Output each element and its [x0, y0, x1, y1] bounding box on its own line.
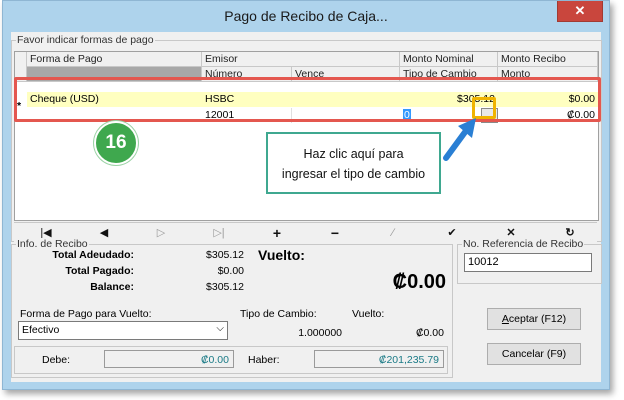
- debe-value: ₡0.00: [104, 350, 234, 368]
- vuelto-label: Vuelto:: [258, 247, 305, 263]
- row-highlight-box: [14, 77, 601, 122]
- vuelto-small-value: ₡0.00: [415, 327, 444, 339]
- balance-label: Balance:: [90, 281, 134, 293]
- reference-group-label: No. Referencia de Recibo: [462, 238, 585, 250]
- delete-record-button[interactable]: −: [325, 225, 345, 241]
- vuelto-small-label: Vuelto:: [352, 308, 385, 320]
- accept-mnemonic: A: [501, 313, 509, 325]
- dialog-window: Pago de Recibo de Caja... ✕ Favor indica…: [2, 0, 610, 390]
- edit-record-button[interactable]: ∕: [383, 225, 403, 241]
- header-emisor[interactable]: Emisor: [202, 52, 400, 67]
- tooltip-line-1: Haz clic aquí para: [303, 147, 404, 161]
- window-title: Pago de Recibo de Caja...: [224, 8, 388, 24]
- chevron-down-icon: ⌵: [216, 323, 224, 334]
- close-button[interactable]: ✕: [557, 1, 603, 22]
- next-record-button[interactable]: ▷: [151, 225, 171, 241]
- step-badge: 16: [94, 121, 138, 165]
- vuelto-big-value: ₡0.00: [392, 271, 446, 293]
- reference-group: No. Referencia de Recibo 10012: [457, 238, 602, 284]
- reference-input[interactable]: 10012: [464, 253, 592, 272]
- ellipsis-highlight-box: [472, 97, 496, 119]
- last-record-button[interactable]: ▷|: [209, 225, 229, 241]
- total-pagado-value: $0.00: [217, 265, 244, 277]
- tipo-cambio-value: 1.000000: [298, 327, 342, 339]
- header-monto-recibo[interactable]: Monto Recibo: [498, 52, 598, 67]
- forma-pago-vuelto-value: Efectivo: [22, 324, 60, 336]
- total-pagado-label: Total Pagado:: [65, 265, 134, 277]
- title-bar: Pago de Recibo de Caja... ✕: [3, 1, 609, 33]
- tipo-cambio-label: Tipo de Cambio:: [240, 308, 317, 320]
- header-monto-nominal[interactable]: Monto Nominal: [400, 52, 498, 67]
- forma-pago-vuelto-label: Forma de Pago para Vuelto:: [20, 308, 152, 320]
- haber-label: Haber:: [248, 354, 280, 366]
- forma-pago-vuelto-select[interactable]: Efectivo ⌵: [18, 321, 228, 340]
- payments-group-label: Favor indicar formas de pago: [16, 34, 155, 46]
- insert-record-button[interactable]: +: [267, 225, 287, 241]
- debe-label: Debe:: [42, 354, 71, 366]
- haber-value: ₡201,235.79: [314, 350, 444, 368]
- accept-label: ceptar (F12): [508, 313, 567, 325]
- instruction-tooltip: Haz clic aquí para ingresar el tipo de c…: [266, 132, 441, 194]
- accept-button[interactable]: Aceptar (F12): [487, 308, 581, 330]
- prior-record-button[interactable]: ◀: [94, 225, 114, 241]
- post-record-button[interactable]: ✔: [442, 225, 462, 241]
- cancel-button[interactable]: Cancelar (F9): [487, 343, 581, 365]
- pointer-arrow-icon: [443, 118, 476, 161]
- header-forma-pago[interactable]: Forma de Pago: [27, 52, 202, 67]
- tooltip-line-2: ingresar el tipo de cambio: [281, 167, 426, 181]
- receipt-info-group: Info. de Recibo Total Adeudado: $305.12 …: [11, 238, 453, 378]
- total-adeudado-value: $305.12: [206, 249, 244, 261]
- balance-value: $305.12: [206, 281, 244, 293]
- total-adeudado-label: Total Adeudado:: [52, 249, 134, 261]
